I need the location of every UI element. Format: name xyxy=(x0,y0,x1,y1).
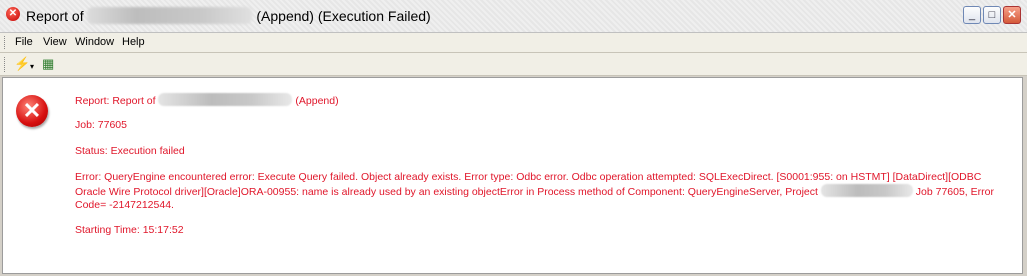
window-title: Report of (Append) (Execution Failed) xyxy=(26,7,431,24)
status-line: Status: Execution failed xyxy=(75,145,185,157)
title-prefix: Report of xyxy=(26,8,84,24)
error-icon: ✕ xyxy=(16,95,48,127)
menu-file[interactable]: File xyxy=(15,36,33,48)
title-bar[interactable]: ✕ Report of (Append) (Execution Failed) … xyxy=(0,0,1027,33)
menu-help[interactable]: Help xyxy=(122,36,145,48)
report-panel: ✕ Report: Report of (Append) Job: 77605 … xyxy=(2,77,1023,274)
chevron-down-icon[interactable]: ▾ xyxy=(30,59,34,75)
report-suffix: (Append) xyxy=(295,95,339,107)
maximize-button[interactable]: □ xyxy=(983,6,1001,24)
error-icon: ✕ xyxy=(6,7,20,21)
wand-icon[interactable]: ⚡ xyxy=(14,56,30,72)
menu-bar: File View Window Help xyxy=(0,33,1027,53)
menu-grip[interactable] xyxy=(4,36,8,49)
error-message: Error: QueryEngine encountered error: Ex… xyxy=(75,171,1005,212)
redacted-region xyxy=(820,184,913,197)
report-line: Report: Report of (Append) xyxy=(75,93,339,108)
close-button[interactable]: ✕ xyxy=(1003,6,1021,24)
window-controls: _ □ ✕ xyxy=(963,6,1021,24)
toolbar: ⚡ ▾ ▦ xyxy=(0,53,1027,76)
starting-time: Starting Time: 15:17:52 xyxy=(75,224,184,236)
redacted-region xyxy=(87,7,253,24)
menu-window[interactable]: Window xyxy=(75,36,114,48)
redacted-region xyxy=(158,93,293,106)
report-prefix: Report: Report of xyxy=(75,95,156,107)
toolbar-grip[interactable] xyxy=(4,57,8,72)
menu-view[interactable]: View xyxy=(43,36,67,48)
export-icon[interactable]: ▦ xyxy=(42,56,54,72)
report-window: ✕ Report of (Append) (Execution Failed) … xyxy=(0,0,1027,276)
job-line: Job: 77605 xyxy=(75,119,127,131)
minimize-button[interactable]: _ xyxy=(963,6,981,24)
title-suffix: (Append) (Execution Failed) xyxy=(256,8,431,24)
